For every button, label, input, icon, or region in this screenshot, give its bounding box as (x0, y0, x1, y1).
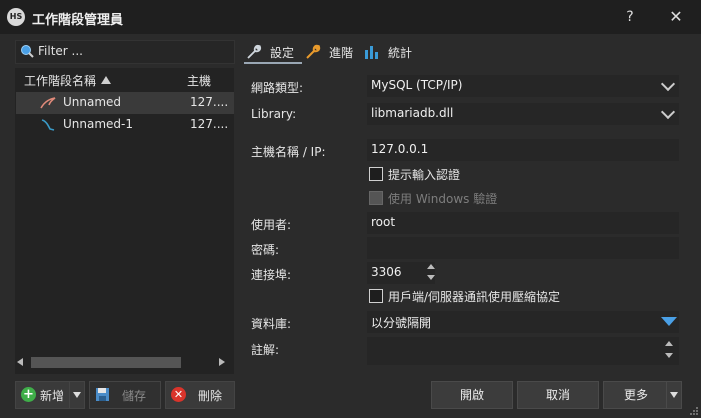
increment-icon[interactable] (427, 264, 435, 269)
session-host: 127.... (190, 117, 229, 131)
network-type-select[interactable]: MySQL (TCP/IP) (367, 75, 679, 97)
library-value: libmariadb.dll (371, 106, 454, 120)
help-button[interactable]: ? (620, 7, 640, 27)
session-name: Unnamed-1 (63, 117, 134, 131)
session-row[interactable]: Unnamed-1 127.... (16, 114, 234, 136)
databases-select[interactable]: 以分號隔開 (367, 311, 679, 333)
close-button[interactable]: ✕ (664, 6, 688, 28)
chevron-down-icon (660, 76, 676, 92)
search-icon (21, 45, 34, 58)
session-row[interactable]: Unnamed 127.... (16, 92, 234, 114)
host-label: 主機名稱 / IP: (251, 145, 326, 159)
more-dropdown-button[interactable] (666, 381, 682, 409)
tab-settings-label: 設定 (270, 46, 295, 60)
compression-label: 用戶端/伺服器通訊使用壓縮協定 (388, 290, 561, 304)
library-select[interactable]: libmariadb.dll (367, 103, 679, 125)
wrench-icon (247, 44, 262, 59)
new-dropdown-button[interactable] (69, 381, 85, 409)
open-button[interactable]: 開啟 (431, 381, 513, 409)
prompt-login-label: 提示輸入認證 (388, 168, 461, 182)
session-list[interactable]: 工作階段名稱 主機 Unnamed 127.... Unnamed-1 127.… (15, 68, 234, 374)
user-input[interactable]: root (367, 212, 679, 234)
scroll-right-icon[interactable] (219, 358, 225, 366)
bar-chart-icon (365, 46, 378, 59)
chevron-down-icon (73, 392, 81, 398)
delete-label: 刪除 (198, 389, 223, 403)
prompt-login-checkbox[interactable] (369, 167, 383, 181)
user-label: 使用者: (251, 218, 292, 232)
scrollbar-thumb[interactable] (31, 357, 181, 368)
tab-advanced-label: 進階 (329, 46, 354, 60)
column-header-host[interactable]: 主機 (187, 72, 211, 89)
active-tab-indicator (244, 62, 302, 64)
compression-checkbox[interactable] (369, 289, 383, 303)
host-input[interactable]: 127.0.0.1 (367, 139, 679, 161)
horizontal-scrollbar[interactable] (17, 356, 231, 370)
tab-advanced[interactable]: 進階 (305, 40, 355, 66)
chevron-down-icon (670, 392, 678, 398)
dolphin-icon (41, 119, 55, 131)
wrench-icon (306, 44, 321, 59)
sort-ascending-icon (101, 76, 111, 84)
port-input[interactable]: 3306 (367, 262, 435, 284)
scroll-left-icon[interactable] (17, 358, 23, 366)
port-label: 連接埠: (251, 268, 292, 282)
databases-label: 資料庫: (251, 317, 292, 331)
cancel-button[interactable]: 取消 (517, 381, 599, 409)
network-type-value: MySQL (TCP/IP) (371, 78, 463, 92)
dolphin-icon (40, 97, 56, 109)
delete-icon: ✕ (171, 387, 186, 402)
save-label: 儲存 (122, 389, 147, 403)
user-value: root (371, 215, 396, 229)
decrement-icon[interactable] (427, 275, 435, 280)
scroll-up-icon[interactable] (665, 341, 673, 346)
port-value: 3306 (371, 265, 402, 279)
more-button[interactable]: 更多 (603, 381, 669, 409)
dropdown-arrow-icon[interactable] (661, 317, 677, 326)
comment-label: 註解: (251, 343, 280, 357)
comment-textarea[interactable] (367, 337, 679, 365)
new-session-button[interactable]: + 新增 (15, 381, 73, 409)
app-logo-icon: HS (7, 8, 25, 26)
new-label: 新增 (40, 389, 65, 403)
library-label: Library: (251, 107, 297, 121)
windows-auth-label: 使用 Windows 驗證 (388, 192, 498, 206)
host-value: 127.0.0.1 (371, 142, 429, 156)
window-title: 工作階段管理員 (32, 13, 124, 28)
password-label: 密碼: (251, 243, 280, 257)
chevron-down-icon (660, 104, 676, 120)
tab-statistics-label: 統計 (388, 46, 413, 60)
filter-placeholder: Filter ... (38, 44, 83, 58)
session-name: Unnamed (63, 95, 122, 109)
resize-grip-icon[interactable] (687, 404, 699, 416)
tab-statistics[interactable]: 統計 (364, 40, 414, 66)
delete-button[interactable]: ✕ 刪除 (165, 381, 235, 409)
column-header-name[interactable]: 工作階段名稱 (24, 72, 96, 89)
windows-auth-checkbox[interactable] (369, 191, 383, 205)
filter-input[interactable]: Filter ... (15, 40, 235, 64)
password-input[interactable] (367, 237, 679, 259)
databases-value: 以分號隔開 (371, 316, 432, 330)
session-host: 127.... (190, 95, 229, 109)
floppy-disk-icon (96, 388, 109, 401)
plus-icon: + (21, 387, 36, 402)
save-button[interactable]: 儲存 (89, 381, 161, 409)
scroll-down-icon[interactable] (665, 353, 673, 358)
network-type-label: 網路類型: (251, 81, 304, 95)
